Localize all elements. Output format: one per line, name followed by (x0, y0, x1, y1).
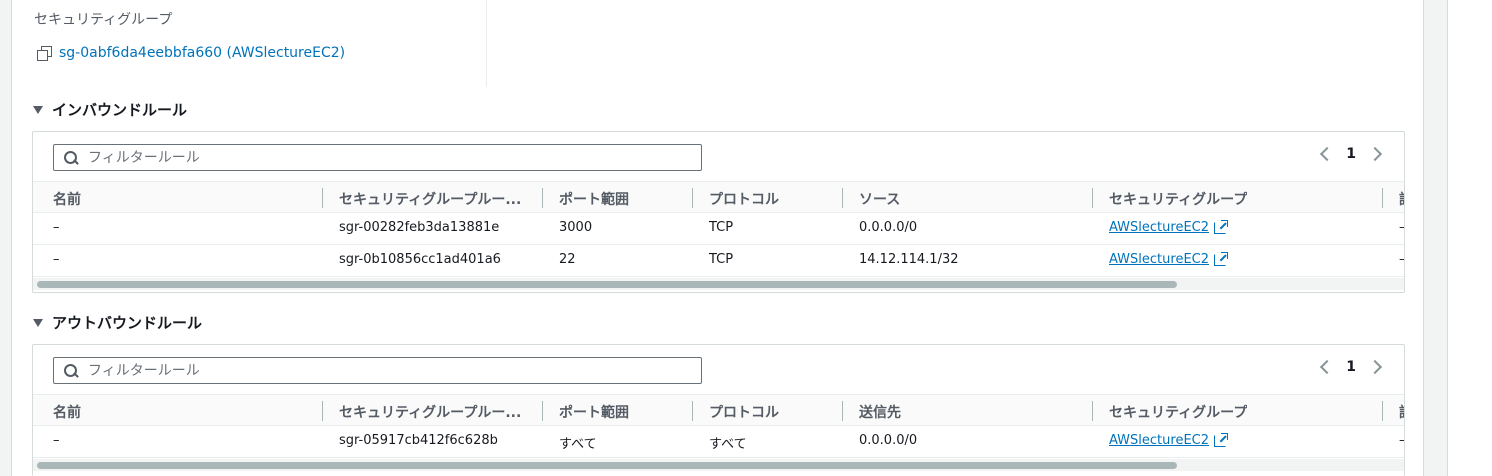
side-panel (1448, 0, 1492, 476)
security-group-link[interactable]: sg-0abf6da4eebbfa660 (AWSlectureEC2) (59, 45, 345, 61)
cell-port: 22 (559, 252, 576, 267)
caret-down-icon (33, 318, 43, 327)
security-group-link-text[interactable]: AWSlectureEC2 (1109, 433, 1209, 448)
cell-rule-id: sgr-00282feb3da13881e (339, 220, 500, 235)
column-resizer[interactable] (322, 401, 323, 421)
col-header-rule-id[interactable]: セキュリティグループルー... (339, 402, 524, 422)
col-header-destination[interactable]: 送信先 (859, 402, 901, 422)
cell-rule-id: sgr-05917cb412f6c628b (339, 433, 498, 448)
column-resizer[interactable] (322, 188, 323, 208)
outbound-filter-input[interactable] (88, 362, 648, 379)
col-header-rule-id[interactable]: セキュリティグループルー... (339, 189, 524, 209)
chevron-right-icon[interactable] (1367, 359, 1383, 375)
external-link-icon[interactable] (1214, 432, 1229, 447)
col-header-description[interactable]: 説 (1399, 402, 1404, 422)
cell-protocol: TCP (709, 220, 734, 235)
outbound-table-header: 名前 セキュリティグループルー... ポート範囲 プロトコル 送信先 セキュリテ… (33, 394, 1404, 426)
table-row[interactable]: – sgr-00282feb3da13881e 3000 TCP 0.0.0.0… (33, 213, 1404, 245)
cell-port: すべて (559, 437, 597, 452)
cell-port: 3000 (559, 220, 593, 235)
horizontal-scrollbar[interactable] (33, 278, 1404, 290)
inbound-rules-toggle[interactable]: インバウンドルール (33, 99, 187, 120)
caret-down-icon (33, 105, 43, 114)
column-resizer[interactable] (692, 188, 693, 208)
col-header-security-group[interactable]: セキュリティグループ (1109, 189, 1247, 209)
scrollbar-thumb[interactable] (37, 462, 1177, 469)
cell-rule-id: sgr-0b10856cc1ad401a6 (339, 252, 501, 267)
security-group-link-text[interactable]: AWSlectureEC2 (1109, 220, 1209, 235)
inbound-rules-title: インバウンドルール (52, 101, 188, 119)
column-resizer[interactable] (1382, 188, 1383, 208)
chevron-left-icon[interactable] (1320, 146, 1335, 162)
external-link-icon[interactable] (1214, 219, 1229, 234)
cell-name: – (53, 433, 60, 448)
cell-security-group-link[interactable]: AWSlectureEC2 (1109, 219, 1229, 235)
column-resizer[interactable] (1092, 188, 1093, 208)
horizontal-scrollbar[interactable] (33, 459, 1404, 471)
col-header-protocol[interactable]: プロトコル (709, 189, 779, 209)
inbound-table-header: 名前 セキュリティグループルー... ポート範囲 プロトコル ソース セキュリテ… (33, 181, 1404, 213)
cell-description: – (1399, 252, 1405, 267)
col-header-description[interactable]: 説 (1399, 189, 1404, 209)
cell-description: – (1399, 220, 1405, 235)
inbound-page-number[interactable]: 1 (1346, 146, 1356, 162)
outbound-filter[interactable] (53, 357, 702, 384)
col-header-security-group[interactable]: セキュリティグループ (1109, 402, 1247, 422)
cell-protocol: すべて (709, 437, 747, 452)
table-row[interactable]: – sgr-05917cb412f6c628b すべて すべて 0.0.0.0/… (33, 426, 1404, 458)
outbound-pagination: 1 (1320, 359, 1383, 375)
security-group-link-row: sg-0abf6da4eebbfa660 (AWSlectureEC2) (37, 45, 345, 61)
chevron-right-icon[interactable] (1367, 146, 1383, 162)
col-header-port[interactable]: ポート範囲 (559, 402, 629, 422)
search-icon (64, 363, 78, 378)
column-divider (486, 0, 487, 87)
cell-name: – (53, 252, 60, 267)
cell-description: – (1399, 433, 1405, 448)
outbound-rules-title: アウトバウンドルール (52, 314, 203, 332)
outbound-rules-table: 1 名前 セキュリティグループルー... ポート範囲 プロトコル 送信先 セキュ… (32, 344, 1405, 476)
inbound-rules-table: 1 名前 セキュリティグループルー... ポート範囲 プロトコル ソース セキュ… (32, 131, 1405, 293)
chevron-left-icon[interactable] (1320, 359, 1335, 375)
column-resizer[interactable] (692, 401, 693, 421)
cell-protocol: TCP (709, 252, 734, 267)
table-row[interactable]: – sgr-0b10856cc1ad401a6 22 TCP 14.12.114… (33, 245, 1404, 277)
cell-security-group-link[interactable]: AWSlectureEC2 (1109, 432, 1229, 448)
inbound-filter[interactable] (53, 144, 702, 171)
col-header-source[interactable]: ソース (859, 189, 900, 209)
cell-security-group-link[interactable]: AWSlectureEC2 (1109, 251, 1229, 267)
column-resizer[interactable] (542, 401, 543, 421)
column-resizer[interactable] (842, 188, 843, 208)
cell-destination: 0.0.0.0/0 (859, 433, 918, 448)
col-header-port[interactable]: ポート範囲 (559, 189, 629, 209)
col-header-name[interactable]: 名前 (53, 402, 81, 422)
inbound-filter-input[interactable] (88, 149, 648, 166)
col-header-name[interactable]: 名前 (53, 189, 81, 209)
cell-source: 0.0.0.0/0 (859, 220, 918, 235)
column-resizer[interactable] (842, 401, 843, 421)
external-link-icon[interactable] (1214, 251, 1229, 266)
security-group-label: セキュリティグループ (34, 12, 173, 28)
search-icon (64, 150, 78, 165)
copy-icon[interactable] (37, 46, 52, 61)
scrollbar-thumb[interactable] (37, 281, 1177, 288)
outbound-rules-toggle[interactable]: アウトバウンドルール (33, 312, 202, 333)
col-header-protocol[interactable]: プロトコル (709, 402, 779, 422)
column-resizer[interactable] (1092, 401, 1093, 421)
outbound-page-number[interactable]: 1 (1346, 359, 1356, 375)
column-resizer[interactable] (542, 188, 543, 208)
column-resizer[interactable] (1382, 401, 1383, 421)
cell-source: 14.12.114.1/32 (859, 252, 959, 267)
security-group-link-text[interactable]: AWSlectureEC2 (1109, 252, 1209, 267)
cell-name: – (53, 220, 60, 235)
inbound-pagination: 1 (1320, 146, 1383, 162)
